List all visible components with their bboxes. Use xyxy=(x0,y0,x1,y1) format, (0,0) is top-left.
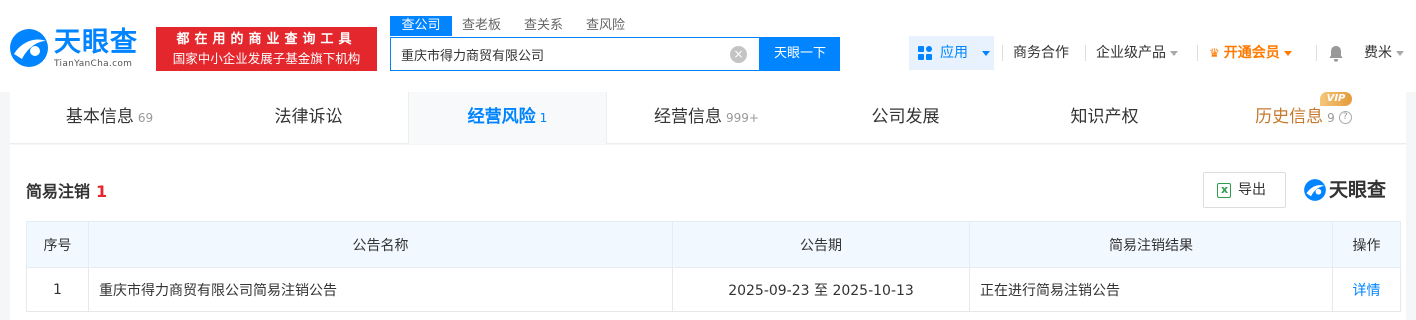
search-tab-risk[interactable]: 查风险 xyxy=(586,16,625,36)
table-header-row: 序号 公告名称 公告期 简易注销结果 操作 xyxy=(26,221,1401,268)
search-input[interactable] xyxy=(391,38,721,70)
tab-company-development[interactable]: 公司发展 xyxy=(806,92,1005,144)
user-name: 费米 xyxy=(1364,45,1392,61)
export-button[interactable]: 导出 xyxy=(1203,172,1286,208)
nav-user-menu[interactable]: 费米 xyxy=(1364,36,1404,70)
tianyancha-logo[interactable]: 天眼查 TianYanCha.com xyxy=(8,27,148,71)
deregistration-table: 序号 公告名称 公告期 简易注销结果 操作 1 重庆市得力商贸有限公司简易注销公… xyxy=(26,221,1401,312)
tab-intellectual-property[interactable]: 知识产权 xyxy=(1005,92,1204,144)
nav-divider xyxy=(1002,45,1003,61)
section-title: 简易注销 1 xyxy=(26,178,107,202)
watermark-text: 天眼查 xyxy=(1329,179,1387,201)
tab-label: 法律诉讼 xyxy=(274,107,343,127)
chevron-down-icon xyxy=(1170,50,1178,56)
tab-label: 经营信息 xyxy=(654,107,723,127)
nav-business-cooperation[interactable]: 商务合作 xyxy=(1013,36,1069,70)
tab-legal-lawsuits[interactable]: 法律诉讼 xyxy=(209,92,408,144)
column-header-result: 简易注销结果 xyxy=(969,221,1333,268)
column-header-index: 序号 xyxy=(26,221,89,268)
export-label: 导出 xyxy=(1238,182,1266,198)
logo-mark-icon xyxy=(10,29,48,67)
apps-grid-icon xyxy=(918,46,932,60)
column-header-name: 公告名称 xyxy=(88,221,673,268)
clear-icon[interactable]: × xyxy=(730,46,747,63)
tab-count: 9 xyxy=(1327,111,1335,125)
tab-history-info[interactable]: 历史信息 9? xyxy=(1204,92,1403,144)
search-tab-company[interactable]: 查公司 xyxy=(390,16,452,36)
nav-enterprise-products[interactable]: 企业级产品 xyxy=(1096,36,1178,70)
cell-action: 详情 xyxy=(1332,267,1401,312)
nav-divider xyxy=(1316,45,1317,61)
logo-mark-icon xyxy=(1304,179,1326,201)
chevron-down-icon xyxy=(982,51,990,56)
tab-count: 1 xyxy=(539,111,548,125)
logo-domain: TianYanCha.com xyxy=(54,59,133,69)
nav-vip-label: 开通会员 xyxy=(1223,45,1280,61)
nav-app-menu[interactable]: 应用 xyxy=(909,36,994,70)
tab-operating-info[interactable]: 经营信息 999+ xyxy=(607,92,806,144)
tab-label: 历史信息 xyxy=(1255,107,1324,127)
nav-divider xyxy=(1197,45,1198,61)
chevron-down-icon xyxy=(1283,50,1292,56)
slogan-line-1: 都在用的商业查询工具 xyxy=(176,32,357,47)
section-title-text: 简易注销 xyxy=(26,182,91,201)
cell-notice-name: 重庆市得力商贸有限公司简易注销公告 xyxy=(88,267,673,312)
tab-count: 999+ xyxy=(726,111,759,125)
chevron-down-icon xyxy=(1396,50,1404,56)
detail-tabs: 基本信息 69 法律诉讼 经营风险 1 经营信息 999+ 公司发展 知识产权 历史信… xyxy=(10,92,1406,144)
nav-open-vip[interactable]: ♛ 开通会员 xyxy=(1209,36,1292,70)
search-tab-boss[interactable]: 查老板 xyxy=(462,16,501,36)
question-icon[interactable]: ? xyxy=(1338,110,1352,124)
column-header-action: 操作 xyxy=(1332,221,1401,268)
tab-count: 69 xyxy=(137,111,154,125)
nav-app-label: 应用 xyxy=(940,45,968,61)
logo-text: 天眼查 xyxy=(54,27,138,58)
slogan-line-2: 国家中小企业发展子基金旗下机构 xyxy=(172,51,361,66)
section-count: 1 xyxy=(96,182,108,201)
excel-icon xyxy=(1217,183,1231,198)
table-row: 1 重庆市得力商贸有限公司简易注销公告 2025-09-23 至 2025-10… xyxy=(26,267,1401,312)
tab-label: 基本信息 xyxy=(65,107,134,127)
vip-badge: VIP xyxy=(1320,92,1352,106)
tab-basic-info[interactable]: 基本信息 69 xyxy=(10,92,209,144)
details-link[interactable]: 详情 xyxy=(1353,283,1381,299)
search-box: × xyxy=(390,37,760,71)
search-tab-relation[interactable]: 查关系 xyxy=(524,16,563,36)
slogan-banner: 都在用的商业查询工具 国家中小企业发展子基金旗下机构 xyxy=(156,27,377,71)
search-button[interactable]: 天眼一下 xyxy=(760,37,840,71)
tab-operating-risk[interactable]: 经营风险 1 xyxy=(408,92,607,144)
nav-enterprise-label: 企业级产品 xyxy=(1096,45,1166,61)
cell-index: 1 xyxy=(26,267,89,312)
tab-label: 经营风险 xyxy=(467,107,536,127)
simple-deregistration-section: 简易注销 1 导出 天眼查 序号 公告名称 公告期 简易注销结果 操作 xyxy=(10,145,1406,320)
tab-label: 知识产权 xyxy=(1070,107,1139,127)
column-header-period: 公告期 xyxy=(672,221,970,268)
bell-icon[interactable] xyxy=(1328,45,1344,62)
top-header: 天眼查 TianYanCha.com 都在用的商业查询工具 国家中小企业发展子基… xyxy=(0,0,1416,92)
nav-divider xyxy=(1085,45,1086,61)
cell-result: 正在进行简易注销公告 xyxy=(969,267,1333,312)
crown-icon: ♛ xyxy=(1209,46,1220,60)
cell-period: 2025-09-23 至 2025-10-13 xyxy=(672,267,970,312)
tab-label: 公司发展 xyxy=(871,107,940,127)
